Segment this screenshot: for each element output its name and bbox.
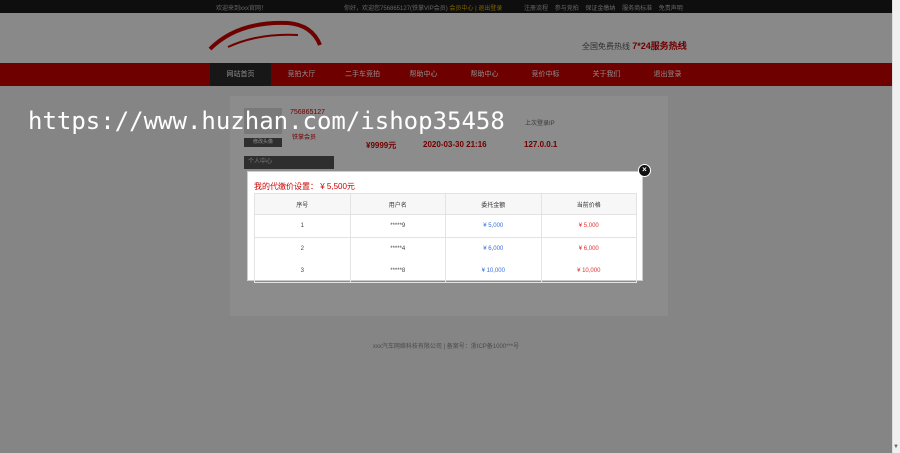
row-no: 1 <box>254 214 351 238</box>
row-no: 3 <box>254 260 351 283</box>
bid-table: 序号 用户名 委托金额 当前价格 1 *****9 ¥ 5,000 ¥ 5,00… <box>254 193 637 283</box>
modal-title-label: 我的代缴价设置： <box>254 182 318 191</box>
col-header-current: 当前价格 <box>540 193 637 215</box>
col-header-user: 用户名 <box>349 193 446 215</box>
table-row: 1 *****9 ¥ 5,000 ¥ 5,000 <box>254 214 637 238</box>
page-scrollbar[interactable] <box>892 0 900 453</box>
row-user: *****4 <box>349 237 446 260</box>
row-entrust: ¥ 6,000 <box>445 237 542 260</box>
watermark-text: https://www.huzhan.com/ishop35458 <box>28 107 505 135</box>
row-no: 2 <box>254 237 351 260</box>
table-row: 2 *****4 ¥ 6,000 ¥ 6,000 <box>254 237 637 260</box>
scroll-down-arrow-icon[interactable]: ▼ <box>893 444 899 450</box>
row-current: ¥ 5,000 <box>540 214 637 238</box>
col-header-no: 序号 <box>254 193 351 215</box>
proxy-bid-modal: 我的代缴价设置： ¥ 5,500元 序号 用户名 委托金额 当前价格 1 ***… <box>247 171 643 283</box>
row-entrust: ¥ 5,000 <box>445 214 542 238</box>
modal-title: 我的代缴价设置： ¥ 5,500元 <box>254 181 355 192</box>
close-icon[interactable]: × <box>638 164 651 177</box>
row-entrust: ¥ 10,000 <box>445 260 542 283</box>
col-header-entrust: 委托金额 <box>445 193 542 215</box>
row-current: ¥ 10,000 <box>540 260 637 283</box>
modal-title-amount: ¥ 5,500元 <box>320 182 355 191</box>
table-row: 3 *****8 ¥ 10,000 ¥ 10,000 <box>254 260 637 283</box>
row-user: *****8 <box>349 260 446 283</box>
row-current: ¥ 6,000 <box>540 237 637 260</box>
row-user: *****9 <box>349 214 446 238</box>
